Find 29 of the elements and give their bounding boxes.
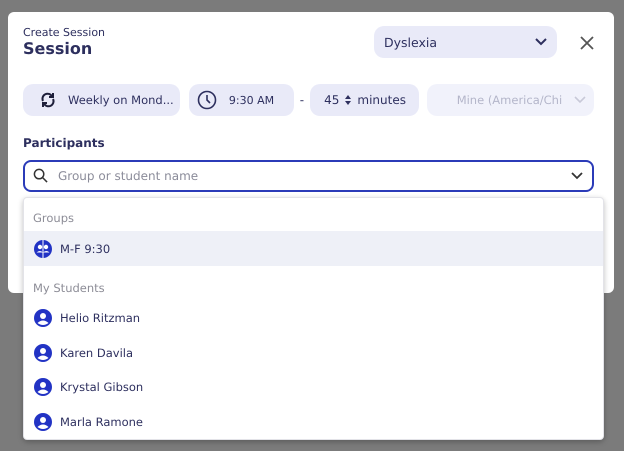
participant-option[interactable]: Krystal Gibson: [24, 370, 603, 404]
section-heading: My Students: [32, 280, 106, 297]
participants-label: Participants: [23, 136, 106, 150]
person-icon: [34, 344, 52, 362]
person-icon: [34, 309, 52, 328]
duration-field[interactable]: 45 minutes: [310, 84, 419, 116]
person-icon: [34, 378, 52, 396]
recurrence-button[interactable]: Weekly on Mond...: [23, 84, 180, 116]
group-icon: [34, 240, 52, 258]
search-field[interactable]: Group or student name: [23, 160, 594, 192]
chevron-down-icon: [571, 172, 583, 180]
program-select[interactable]: Dyslexia: [374, 26, 557, 58]
participant-option[interactable]: M-F 9:30: [24, 231, 603, 266]
close-icon[interactable]: [580, 36, 594, 50]
participant-option[interactable]: Karen Davila: [24, 336, 603, 370]
search-icon: [33, 168, 48, 183]
time-separator: -: [298, 93, 306, 107]
start-time-button[interactable]: 9:30 AM: [188, 84, 294, 116]
participant-option[interactable]: Marla Ramone: [24, 404, 603, 439]
participant-option[interactable]: Helio Ritzman: [24, 301, 603, 336]
stepper-icon: [344, 94, 352, 106]
dialog-title: Session: [23, 39, 94, 59]
dialog-subtitle: Create Session: [23, 26, 106, 39]
chevron-down-icon: [574, 96, 586, 104]
repeat-icon: [40, 92, 56, 108]
clock-icon: [196, 90, 217, 110]
person-icon: [34, 412, 52, 431]
section-heading: Groups: [32, 210, 76, 227]
chevron-down-icon: [535, 38, 547, 46]
